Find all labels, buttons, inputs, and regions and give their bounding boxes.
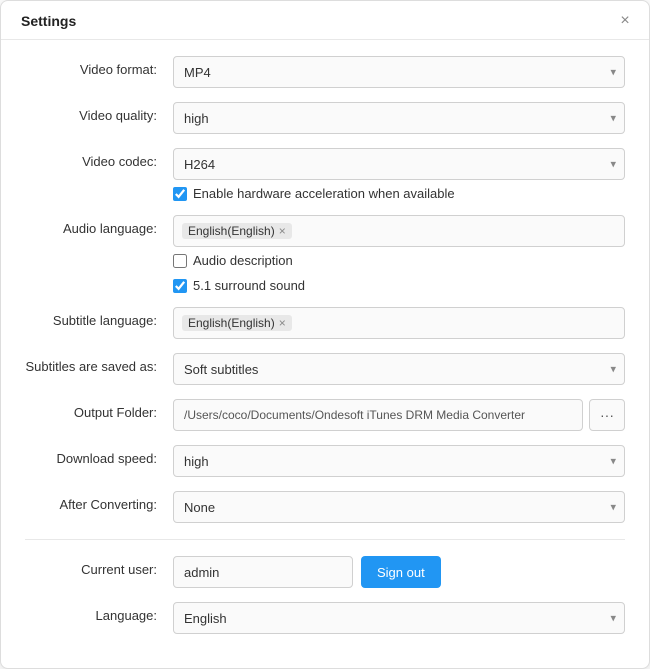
- surround-sound-label[interactable]: 5.1 surround sound: [193, 278, 305, 293]
- surround-sound-row: 5.1 surround sound: [173, 278, 625, 293]
- video-quality-control: high medium low ▾: [173, 102, 625, 134]
- after-converting-row: After Converting: None Open Folder Shut …: [25, 491, 625, 523]
- subtitle-language-label: Subtitle language:: [25, 307, 173, 328]
- hw-acceleration-checkbox[interactable]: [173, 187, 187, 201]
- video-quality-select[interactable]: high medium low: [173, 102, 625, 134]
- current-user-row: Current user: Sign out: [25, 556, 625, 588]
- settings-window: Settings × Video format: MP4 MKV MOV AVI…: [0, 0, 650, 669]
- output-folder-row: Output Folder: ···: [25, 399, 625, 431]
- video-format-control: MP4 MKV MOV AVI ▾: [173, 56, 625, 88]
- video-codec-control: H264 H265 VP9 ▾ Enable hardware accelera…: [173, 148, 625, 201]
- audio-language-label: Audio language:: [25, 215, 173, 236]
- audio-description-checkbox[interactable]: [173, 254, 187, 268]
- audio-options-area: Audio description 5.1 surround sound: [173, 247, 625, 293]
- video-format-select[interactable]: MP4 MKV MOV AVI: [173, 56, 625, 88]
- subtitle-language-tag: English(English) ×: [182, 315, 292, 331]
- video-quality-label: Video quality:: [25, 102, 173, 123]
- subtitle-language-tag-close[interactable]: ×: [279, 317, 286, 329]
- hw-acceleration-row: Enable hardware acceleration when availa…: [173, 186, 625, 201]
- settings-content: Video format: MP4 MKV MOV AVI ▾ Video qu…: [1, 40, 649, 668]
- audio-language-control: English(English) × Audio description 5.1…: [173, 215, 625, 293]
- subtitle-language-row: Subtitle language: English(English) ×: [25, 307, 625, 339]
- audio-description-label[interactable]: Audio description: [193, 253, 293, 268]
- subtitle-language-tag-input[interactable]: English(English) ×: [173, 307, 625, 339]
- video-format-select-wrapper: MP4 MKV MOV AVI ▾: [173, 56, 625, 88]
- subtitles-saved-select[interactable]: Soft subtitles Hard subtitles External s…: [173, 353, 625, 385]
- language-control: English Chinese Japanese French German ▾: [173, 602, 625, 634]
- video-format-label: Video format:: [25, 56, 173, 77]
- audio-description-row: Audio description: [173, 253, 625, 268]
- user-input-row: Sign out: [173, 556, 625, 588]
- close-button[interactable]: ×: [617, 13, 633, 29]
- audio-language-tag-close[interactable]: ×: [279, 225, 286, 237]
- video-codec-select[interactable]: H264 H265 VP9: [173, 148, 625, 180]
- surround-sound-checkbox[interactable]: [173, 279, 187, 293]
- audio-language-tag: English(English) ×: [182, 223, 292, 239]
- divider: [25, 539, 625, 540]
- video-quality-row: Video quality: high medium low ▾: [25, 102, 625, 134]
- after-converting-control: None Open Folder Shut down ▾: [173, 491, 625, 523]
- video-codec-label: Video codec:: [25, 148, 173, 169]
- output-folder-browse-button[interactable]: ···: [589, 399, 625, 431]
- after-converting-select[interactable]: None Open Folder Shut down: [173, 491, 625, 523]
- download-speed-row: Download speed: high medium low ▾: [25, 445, 625, 477]
- output-folder-label: Output Folder:: [25, 399, 173, 420]
- after-converting-label: After Converting:: [25, 491, 173, 512]
- output-folder-control: ···: [173, 399, 625, 431]
- language-select-wrapper: English Chinese Japanese French German ▾: [173, 602, 625, 634]
- sign-out-button[interactable]: Sign out: [361, 556, 441, 588]
- title-bar: Settings ×: [1, 1, 649, 40]
- audio-language-row: Audio language: English(English) × Audio…: [25, 215, 625, 293]
- current-user-control: Sign out: [173, 556, 625, 588]
- video-quality-select-wrapper: high medium low ▾: [173, 102, 625, 134]
- download-speed-select-wrapper: high medium low ▾: [173, 445, 625, 477]
- subtitles-saved-row: Subtitles are saved as: Soft subtitles H…: [25, 353, 625, 385]
- output-folder-input-row: ···: [173, 399, 625, 431]
- video-format-row: Video format: MP4 MKV MOV AVI ▾: [25, 56, 625, 88]
- subtitles-saved-select-wrapper: Soft subtitles Hard subtitles External s…: [173, 353, 625, 385]
- audio-language-tag-input[interactable]: English(English) ×: [173, 215, 625, 247]
- download-speed-control: high medium low ▾: [173, 445, 625, 477]
- window-title: Settings: [21, 13, 76, 29]
- language-select[interactable]: English Chinese Japanese French German: [173, 602, 625, 634]
- download-speed-select[interactable]: high medium low: [173, 445, 625, 477]
- language-row: Language: English Chinese Japanese Frenc…: [25, 602, 625, 634]
- hw-acceleration-label[interactable]: Enable hardware acceleration when availa…: [193, 186, 455, 201]
- video-codec-row: Video codec: H264 H265 VP9 ▾ Enable hard…: [25, 148, 625, 201]
- subtitles-saved-control: Soft subtitles Hard subtitles External s…: [173, 353, 625, 385]
- subtitles-saved-label: Subtitles are saved as:: [25, 353, 173, 374]
- audio-language-tag-text: English(English): [188, 224, 275, 238]
- download-speed-label: Download speed:: [25, 445, 173, 466]
- after-converting-select-wrapper: None Open Folder Shut down ▾: [173, 491, 625, 523]
- output-folder-input[interactable]: [173, 399, 583, 431]
- subtitle-language-tag-text: English(English): [188, 316, 275, 330]
- language-label: Language:: [25, 602, 173, 623]
- current-user-input[interactable]: [173, 556, 353, 588]
- current-user-label: Current user:: [25, 556, 173, 577]
- video-codec-select-wrapper: H264 H265 VP9 ▾: [173, 148, 625, 180]
- subtitle-language-control: English(English) ×: [173, 307, 625, 339]
